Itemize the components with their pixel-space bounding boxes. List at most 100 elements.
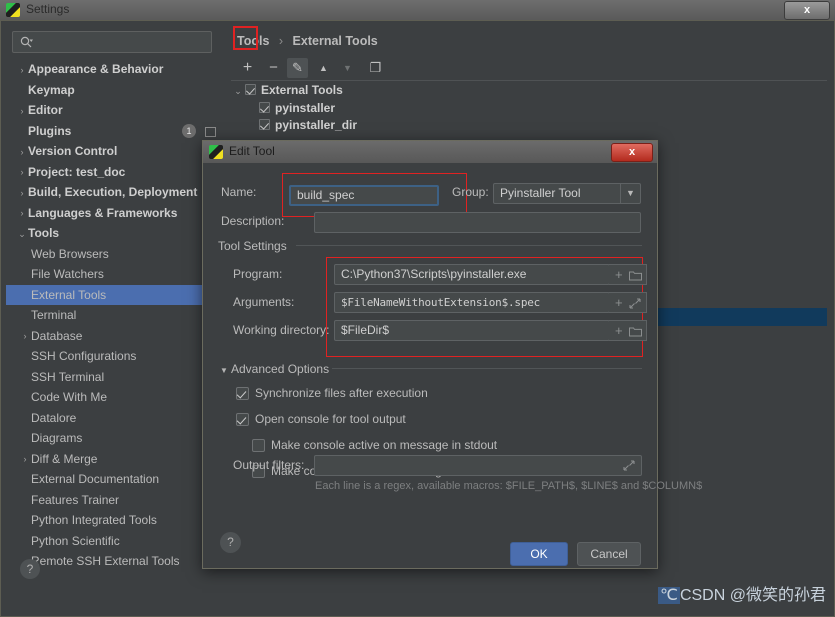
sidebar-item-python-integrated-tools[interactable]: ›Python Integrated Tools xyxy=(6,510,224,531)
chevron-down-icon[interactable]: ⌄ xyxy=(231,83,245,101)
sidebar-item-label: Remote SSH External Tools xyxy=(31,554,180,568)
sidebar-item-label: Python Scientific xyxy=(31,533,120,548)
search-input[interactable] xyxy=(41,35,210,53)
copy-tool-button[interactable]: ❐ xyxy=(365,58,386,78)
tools-tree-checkbox[interactable] xyxy=(259,101,270,113)
cancel-button[interactable]: Cancel xyxy=(577,542,641,566)
advanced-checkbox[interactable] xyxy=(252,439,265,452)
sidebar-item-label: Build, Execution, Deployment xyxy=(28,185,198,199)
chevron-down-icon[interactable]: ▼ xyxy=(620,183,640,204)
search-icon xyxy=(20,36,33,48)
advanced-checkbox-label[interactable]: Synchronize files after execution xyxy=(255,386,428,400)
dialog-help-button[interactable]: ? xyxy=(220,532,241,553)
advanced-options-divider xyxy=(332,368,642,369)
settings-help-button[interactable]: ? xyxy=(20,559,40,579)
search-box[interactable] xyxy=(12,31,212,53)
chevron-right-icon[interactable]: › xyxy=(16,142,28,163)
sidebar-item-label: Python Integrated Tools xyxy=(31,513,157,527)
advanced-checkbox-label[interactable]: Open console for tool output xyxy=(255,412,406,426)
sidebar-item-diagrams[interactable]: ›Diagrams xyxy=(6,428,224,449)
tools-tree-row[interactable]: pyinstaller_dir xyxy=(231,117,827,135)
program-label: Program: xyxy=(233,267,283,281)
edit-tool-button[interactable]: ✎ xyxy=(287,58,308,78)
sidebar-item-editor[interactable]: › Editor xyxy=(6,100,224,121)
ok-button[interactable]: OK xyxy=(510,542,568,566)
external-tools-toolbar: + − ✎ ▲ ▼ ❐ xyxy=(231,56,827,81)
sidebar-item-languages-frameworks[interactable]: › Languages & Frameworks xyxy=(6,203,224,224)
working-directory-input[interactable]: $FileDir$ xyxy=(334,320,610,341)
sidebar-item-diff-merge[interactable]: › Diff & Merge xyxy=(6,449,224,470)
breadcrumb: Tools › External Tools xyxy=(237,34,378,48)
advanced-checkbox[interactable] xyxy=(236,413,249,426)
advanced-checkbox[interactable] xyxy=(236,387,249,400)
chevron-right-icon[interactable]: › xyxy=(16,183,28,204)
sidebar-item-appearance-behavior[interactable]: › Appearance & Behavior xyxy=(6,59,224,80)
sidebar-item-tools[interactable]: ⌄ Tools xyxy=(6,223,224,244)
sidebar-item-database[interactable]: › Database xyxy=(6,326,224,347)
advanced-options-caret-icon[interactable]: ▼ xyxy=(220,366,228,375)
sidebar-item-ssh-configurations[interactable]: ›SSH Configurations xyxy=(6,346,224,367)
add-tool-button[interactable]: + xyxy=(237,58,258,78)
sidebar-item-external-documentation[interactable]: ›External Documentation xyxy=(6,469,224,490)
tools-tree-label: pyinstaller_dir xyxy=(275,118,358,133)
sidebar-item-label: Plugins xyxy=(28,123,72,138)
add-tool-annotation-box xyxy=(233,26,258,50)
dialog-close-button[interactable]: x xyxy=(611,143,653,162)
output-filters-hint: Each line is a regex, available macros: … xyxy=(315,480,703,492)
chevron-right-icon[interactable]: › xyxy=(16,60,28,81)
chevron-right-icon[interactable]: › xyxy=(16,203,28,224)
sidebar-item-version-control[interactable]: › Version Control xyxy=(6,141,224,162)
output-filters-input[interactable] xyxy=(314,455,642,476)
move-down-button[interactable]: ▼ xyxy=(337,58,358,78)
tools-tree-checkbox[interactable] xyxy=(245,84,256,95)
folder-icon[interactable] xyxy=(629,326,642,337)
sidebar-item-plugins[interactable]: ›Plugins1 xyxy=(6,121,224,142)
expand-icon[interactable] xyxy=(629,298,641,309)
chevron-right-icon[interactable]: › xyxy=(19,449,31,470)
sidebar-item-keymap[interactable]: ›Keymap xyxy=(6,80,224,101)
expand-icon[interactable] xyxy=(623,460,635,471)
sidebar-item-datalore[interactable]: ›Datalore xyxy=(6,408,224,429)
sidebar-item-project-test-doc[interactable]: › Project: test_doc xyxy=(6,162,224,183)
sidebar-item-external-tools[interactable]: ›External Tools xyxy=(6,284,224,305)
chevron-right-icon[interactable]: › xyxy=(16,101,28,122)
sidebar-item-python-scientific[interactable]: ›Python Scientific xyxy=(6,531,224,552)
advanced-checkbox-label[interactable]: Make console active on message in stdout xyxy=(271,438,497,452)
sidebar-item-label: File Watchers xyxy=(31,267,104,281)
move-up-button[interactable]: ▲ xyxy=(313,58,334,78)
add-macro-icon[interactable]: + xyxy=(615,268,623,282)
sidebar-item-label: Datalore xyxy=(31,410,77,425)
chevron-down-icon[interactable]: ⌄ xyxy=(16,224,28,245)
output-filters-label: Output filters: xyxy=(233,458,305,472)
watermark-prefix: ℃ xyxy=(657,587,680,604)
window-body: ›Appearance & Behavior›Keymap›Editor›Plu… xyxy=(0,20,835,617)
sidebar-item-build-execution-deployment[interactable]: › Build, Execution, Deployment xyxy=(6,182,224,203)
add-macro-icon[interactable]: + xyxy=(615,324,623,338)
sidebar-item-features-trainer[interactable]: ›Features Trainer xyxy=(6,490,224,511)
sidebar-item-file-watchers[interactable]: ›File Watchers xyxy=(6,264,224,285)
arguments-input[interactable]: $FileNameWithoutExtension$.spec xyxy=(334,292,610,313)
dialog-titlebar: Edit Tool x xyxy=(203,141,657,163)
tools-tree-row[interactable]: ⌄ External Tools xyxy=(231,82,827,100)
folder-icon[interactable] xyxy=(629,270,642,281)
sidebar-item-label: Diagrams xyxy=(31,431,83,445)
advanced-options-label[interactable]: Advanced Options xyxy=(231,362,336,376)
tools-tree-row[interactable]: pyinstaller xyxy=(231,100,827,118)
remove-tool-button[interactable]: − xyxy=(263,58,284,78)
add-macro-icon[interactable]: + xyxy=(615,296,623,310)
program-input[interactable]: C:\Python37\Scripts\pyinstaller.exe xyxy=(334,264,610,285)
sidebar-item-code-with-me[interactable]: ›Code With Me xyxy=(6,387,224,408)
sidebar-item-web-browsers[interactable]: ›Web Browsers xyxy=(6,244,224,265)
tools-tree-checkbox[interactable] xyxy=(259,119,270,130)
name-input[interactable]: build_spec xyxy=(289,185,439,206)
description-input[interactable] xyxy=(314,212,641,233)
group-select[interactable]: Pyinstaller Tool ▼ xyxy=(493,183,641,204)
sidebar-item-ssh-terminal[interactable]: ›SSH Terminal xyxy=(6,367,224,388)
group-label: Group: xyxy=(452,185,489,199)
window-close-button[interactable]: x xyxy=(784,1,830,20)
settings-window: Settings x ›Appearance & Behavior›Keymap… xyxy=(0,0,835,617)
chevron-right-icon[interactable]: › xyxy=(16,162,28,183)
sidebar-item-terminal[interactable]: ›Terminal xyxy=(6,305,224,326)
chevron-right-icon[interactable]: › xyxy=(19,326,31,347)
breadcrumb-separator-icon: › xyxy=(278,34,284,48)
